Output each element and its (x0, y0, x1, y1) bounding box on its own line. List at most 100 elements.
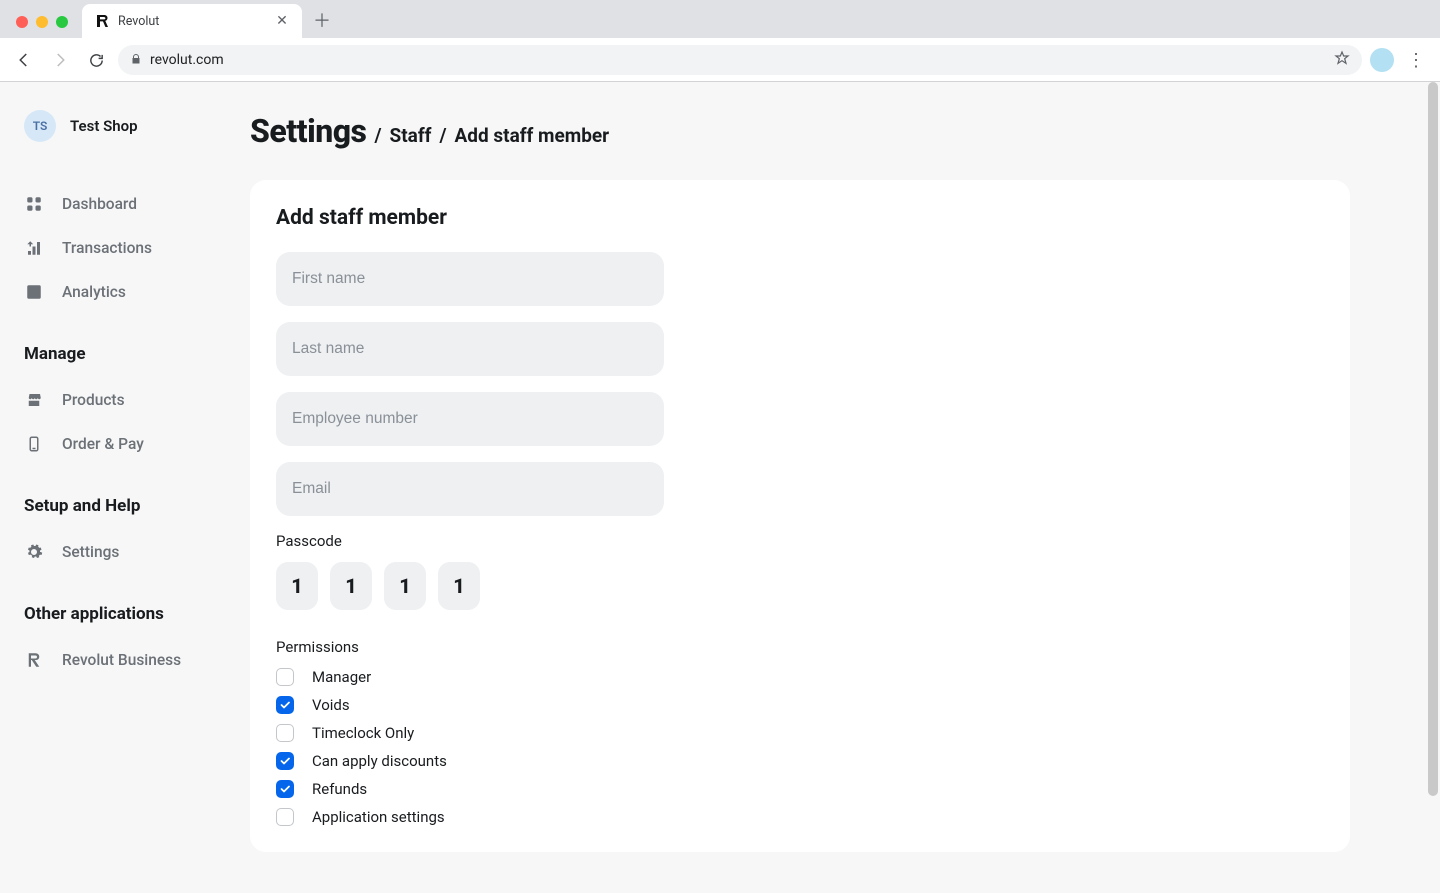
profile-avatar[interactable] (1370, 48, 1394, 72)
org-avatar: TS (24, 110, 56, 142)
sidebar-item-revolut-business[interactable]: Revolut Business (24, 638, 250, 682)
revolut-icon (24, 650, 44, 670)
permission-label: Can apply discounts (312, 752, 447, 770)
sidebar-item-transactions[interactable]: Transactions (24, 226, 250, 270)
browser-toolbar: revolut.com ⋮ (0, 38, 1440, 81)
passcode-inputs: 1 1 1 1 (276, 562, 1324, 610)
org-name: Test Shop (70, 117, 138, 135)
passcode-digit[interactable]: 1 (330, 562, 372, 610)
add-staff-card: Add staff member Passcode 1 1 1 1 Permis… (250, 180, 1350, 852)
window-maximize-icon[interactable] (56, 16, 68, 28)
url-text: revolut.com (150, 52, 1326, 68)
nav-heading: Other applications (24, 604, 250, 624)
check-icon (279, 783, 291, 795)
permission-label: Voids (312, 696, 350, 714)
breadcrumb-separator: / (374, 124, 381, 147)
permission-row[interactable]: Manager (276, 668, 1324, 686)
reload-icon (88, 52, 105, 69)
checkbox[interactable] (276, 752, 294, 770)
passcode-digit[interactable]: 1 (276, 562, 318, 610)
page-title: Settings (250, 112, 366, 150)
checkbox[interactable] (276, 808, 294, 826)
nav-heading: Setup and Help (24, 496, 250, 516)
reload-button[interactable] (82, 46, 110, 74)
sidebar-item-label: Analytics (62, 283, 126, 301)
phone-icon (24, 434, 44, 454)
checkbox[interactable] (276, 724, 294, 742)
permission-label: Manager (312, 668, 371, 686)
sidebar-item-label: Order & Pay (62, 435, 144, 453)
nav-section-manage: Manage Products Order & Pay (24, 344, 250, 466)
breadcrumb-separator: / (439, 124, 446, 147)
sidebar-item-order-pay[interactable]: Order & Pay (24, 422, 250, 466)
browser-menu-button[interactable]: ⋮ (1402, 46, 1430, 74)
sidebar-item-label: Transactions (62, 239, 152, 257)
gear-icon (24, 542, 44, 562)
permissions-list: Manager Voids Timeclock Only Can apply disc… (276, 668, 1324, 826)
permissions-label: Permissions (276, 638, 1324, 656)
sidebar-item-settings[interactable]: Settings (24, 530, 250, 574)
sidebar-item-dashboard[interactable]: Dashboard (24, 182, 250, 226)
permission-label: Refunds (312, 780, 367, 798)
address-bar[interactable]: revolut.com (118, 45, 1362, 75)
favicon-icon (94, 13, 110, 29)
main-content: Settings / Staff / Add staff member Add … (250, 82, 1440, 893)
first-name-field[interactable] (276, 252, 664, 306)
forward-button[interactable] (46, 46, 74, 74)
sidebar-item-analytics[interactable]: Analytics (24, 270, 250, 314)
last-name-field[interactable] (276, 322, 664, 376)
app-root: TS Test Shop Dashboard Transactions A (0, 82, 1440, 893)
breadcrumb-item[interactable]: Staff (390, 124, 432, 147)
check-icon (279, 755, 291, 767)
window-close-icon[interactable] (16, 16, 28, 28)
org-switcher[interactable]: TS Test Shop (24, 110, 250, 142)
transactions-icon (24, 238, 44, 258)
new-tab-button[interactable]: ＋ (308, 6, 336, 34)
scrollbar-track[interactable] (1428, 82, 1438, 893)
tab-close-icon[interactable]: ✕ (274, 13, 290, 29)
check-icon (279, 699, 291, 711)
passcode-label: Passcode (276, 532, 1324, 550)
email-field[interactable] (276, 462, 664, 516)
breadcrumb-item: Add staff member (455, 124, 610, 147)
sidebar-item-label: Settings (62, 543, 119, 561)
permission-row[interactable]: Voids (276, 696, 1324, 714)
arrow-left-icon (15, 51, 33, 69)
sidebar-item-label: Products (62, 391, 125, 409)
lock-icon (130, 53, 142, 68)
nav-section-setup: Setup and Help Settings (24, 496, 250, 574)
nav-heading: Manage (24, 344, 250, 364)
sidebar-item-products[interactable]: Products (24, 378, 250, 422)
sidebar-item-label: Dashboard (62, 195, 137, 213)
tab-title: Revolut (118, 14, 159, 29)
back-button[interactable] (10, 46, 38, 74)
scrollbar-thumb[interactable] (1428, 82, 1438, 796)
permission-row[interactable]: Refunds (276, 780, 1324, 798)
permission-row[interactable]: Can apply discounts (276, 752, 1324, 770)
permission-row[interactable]: Application settings (276, 808, 1324, 826)
nav-primary: Dashboard Transactions Analytics (24, 182, 250, 314)
checkbox[interactable] (276, 780, 294, 798)
sidebar-item-label: Revolut Business (62, 651, 181, 669)
grid-icon (24, 194, 44, 214)
passcode-digit[interactable]: 1 (438, 562, 480, 610)
storefront-icon (24, 390, 44, 410)
employee-number-field[interactable] (276, 392, 664, 446)
window-minimize-icon[interactable] (36, 16, 48, 28)
analytics-icon (24, 282, 44, 302)
arrow-right-icon (51, 51, 69, 69)
checkbox[interactable] (276, 696, 294, 714)
passcode-digit[interactable]: 1 (384, 562, 426, 610)
tab-strip: Revolut ✕ ＋ (0, 0, 1440, 38)
bookmark-icon[interactable] (1334, 50, 1350, 70)
browser-tab[interactable]: Revolut ✕ (82, 4, 302, 38)
permission-label: Application settings (312, 808, 445, 826)
card-heading: Add staff member (276, 206, 1324, 230)
window-controls (8, 16, 76, 38)
breadcrumb: Settings / Staff / Add staff member (250, 112, 1390, 150)
checkbox[interactable] (276, 668, 294, 686)
sidebar: TS Test Shop Dashboard Transactions A (0, 82, 250, 893)
permission-label: Timeclock Only (312, 724, 414, 742)
nav-section-other: Other applications Revolut Business (24, 604, 250, 682)
permission-row[interactable]: Timeclock Only (276, 724, 1324, 742)
